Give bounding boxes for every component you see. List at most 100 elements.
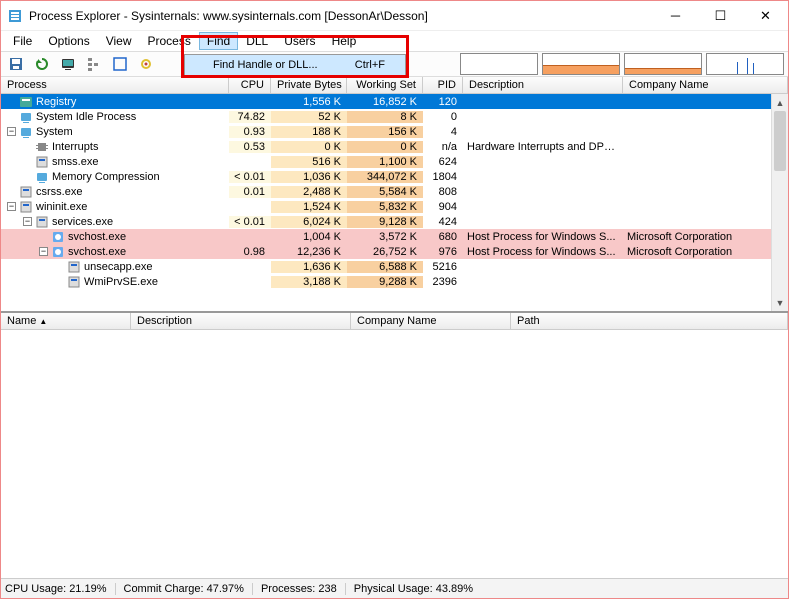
pid-cell: 2396 (423, 276, 463, 288)
cpu-cell: 0.53 (229, 141, 271, 153)
col-priv[interactable]: Private Bytes (271, 77, 347, 93)
cpu-graph[interactable] (460, 53, 538, 75)
ws-cell: 9,128 K (347, 216, 423, 228)
company-cell: Microsoft Corporation (623, 246, 788, 258)
lcol-company[interactable]: Company Name (351, 313, 511, 329)
lcol-name[interactable]: Name ▲ (1, 313, 131, 329)
lower-body[interactable] (1, 330, 788, 578)
col-pid[interactable]: PID (423, 77, 463, 93)
menu-process[interactable]: Process (140, 32, 199, 50)
window-title: Process Explorer - Sysinternals: www.sys… (29, 9, 653, 23)
process-row[interactable]: Interrupts0.530 K0 Kn/aHardware Interrup… (1, 139, 788, 154)
process-icon (19, 95, 33, 109)
process-row[interactable]: −System0.93188 K156 K4 (1, 124, 788, 139)
process-icon (35, 215, 49, 229)
menu-find[interactable]: Find (199, 32, 238, 50)
process-name: wininit.exe (36, 201, 87, 213)
pid-cell: 976 (423, 246, 463, 258)
expand-icon[interactable]: − (7, 202, 16, 211)
process-icon (19, 200, 33, 214)
pid-cell: 680 (423, 231, 463, 243)
process-row[interactable]: System Idle Process74.8252 K8 K0 (1, 109, 788, 124)
priv-cell: 52 K (271, 111, 347, 123)
priv-cell: 1,524 K (271, 201, 347, 213)
process-icon (35, 140, 49, 154)
scroll-down-icon[interactable]: ▼ (772, 294, 788, 311)
process-name: services.exe (52, 216, 113, 228)
process-row[interactable]: unsecapp.exe1,636 K6,588 K5216 (1, 259, 788, 274)
find-button[interactable] (135, 53, 157, 75)
menubar: File Options View Process Find DLL Users… (1, 31, 788, 51)
process-name: Memory Compression (52, 171, 160, 183)
process-tree-button[interactable] (83, 53, 105, 75)
lower-pane: Name ▲ Description Company Name Path (1, 312, 788, 578)
ws-cell: 0 K (347, 141, 423, 153)
process-columns: Process CPU Private Bytes Working Set PI… (1, 77, 788, 94)
pid-cell: 120 (423, 96, 463, 108)
menu-users[interactable]: Users (276, 32, 323, 50)
process-row[interactable]: csrss.exe0.012,488 K5,584 K808 (1, 184, 788, 199)
menu-file[interactable]: File (5, 32, 40, 50)
app-icon (7, 8, 23, 24)
expand-icon[interactable]: − (7, 127, 16, 136)
menu-options[interactable]: Options (40, 32, 97, 50)
scroll-up-icon[interactable]: ▲ (772, 94, 788, 111)
process-name: Registry (36, 96, 76, 108)
process-icon (67, 260, 81, 274)
menu-view[interactable]: View (98, 32, 140, 50)
find-handle-dll-item[interactable]: Find Handle or DLL... Ctrl+F (185, 55, 405, 75)
col-cpu[interactable]: CPU (229, 77, 271, 93)
process-name: Interrupts (52, 141, 98, 153)
save-button[interactable] (5, 53, 27, 75)
process-row[interactable]: Memory Compression< 0.011,036 K344,072 K… (1, 169, 788, 184)
show-details-button[interactable] (109, 53, 131, 75)
io-graph[interactable] (706, 53, 784, 75)
process-name: System Idle Process (36, 111, 136, 123)
refresh-button[interactable] (31, 53, 53, 75)
ws-cell: 6,588 K (347, 261, 423, 273)
process-row[interactable]: −svchost.exe0.9812,236 K26,752 K976Host … (1, 244, 788, 259)
expand-icon[interactable]: − (23, 217, 32, 226)
maximize-button[interactable]: ☐ (698, 1, 743, 30)
menu-help[interactable]: Help (324, 32, 365, 50)
process-icon (35, 155, 49, 169)
process-row[interactable]: −services.exe< 0.016,024 K9,128 K424 (1, 214, 788, 229)
pid-cell: 624 (423, 156, 463, 168)
lcol-desc[interactable]: Description (131, 313, 351, 329)
vertical-scrollbar[interactable]: ▲ ▼ (771, 94, 788, 311)
col-ws[interactable]: Working Set (347, 77, 423, 93)
process-row[interactable]: svchost.exe1,004 K3,572 K680Host Process… (1, 229, 788, 244)
process-row[interactable]: WmiPrvSE.exe3,188 K9,288 K2396 (1, 274, 788, 289)
scroll-thumb[interactable] (774, 111, 786, 171)
lower-columns: Name ▲ Description Company Name Path (1, 313, 788, 330)
process-row[interactable]: −wininit.exe1,524 K5,832 K904 (1, 199, 788, 214)
priv-cell: 1,036 K (271, 171, 347, 183)
physical-graph[interactable] (624, 53, 702, 75)
col-company[interactable]: Company Name (623, 77, 788, 93)
col-process[interactable]: Process (1, 77, 229, 93)
commit-graph[interactable] (542, 53, 620, 75)
desc-cell: Host Process for Windows S... (463, 246, 623, 258)
ws-cell: 3,572 K (347, 231, 423, 243)
close-button[interactable]: ✕ (743, 1, 788, 30)
pid-cell: 0 (423, 111, 463, 123)
col-desc[interactable]: Description (463, 77, 623, 93)
status-processes: Processes: 238 (261, 583, 346, 595)
pid-cell: 904 (423, 201, 463, 213)
process-list[interactable]: Registry1,556 K16,852 K120System Idle Pr… (1, 94, 788, 312)
status-cpu: CPU Usage: 21.19% (5, 583, 116, 595)
minimize-button[interactable]: ─ (653, 1, 698, 30)
process-icon (51, 230, 65, 244)
expand-icon[interactable]: − (39, 247, 48, 256)
priv-cell: 1,636 K (271, 261, 347, 273)
menu-dll[interactable]: DLL (238, 32, 276, 50)
ws-cell: 156 K (347, 126, 423, 138)
titlebar[interactable]: Process Explorer - Sysinternals: www.sys… (1, 1, 788, 31)
process-row[interactable]: Registry1,556 K16,852 K120 (1, 94, 788, 109)
system-info-button[interactable] (57, 53, 79, 75)
process-row[interactable]: smss.exe516 K1,100 K624 (1, 154, 788, 169)
priv-cell: 2,488 K (271, 186, 347, 198)
dropdown-label: Find Handle or DLL... (213, 59, 355, 71)
dropdown-shortcut: Ctrl+F (355, 59, 385, 71)
lcol-path[interactable]: Path (511, 313, 788, 329)
